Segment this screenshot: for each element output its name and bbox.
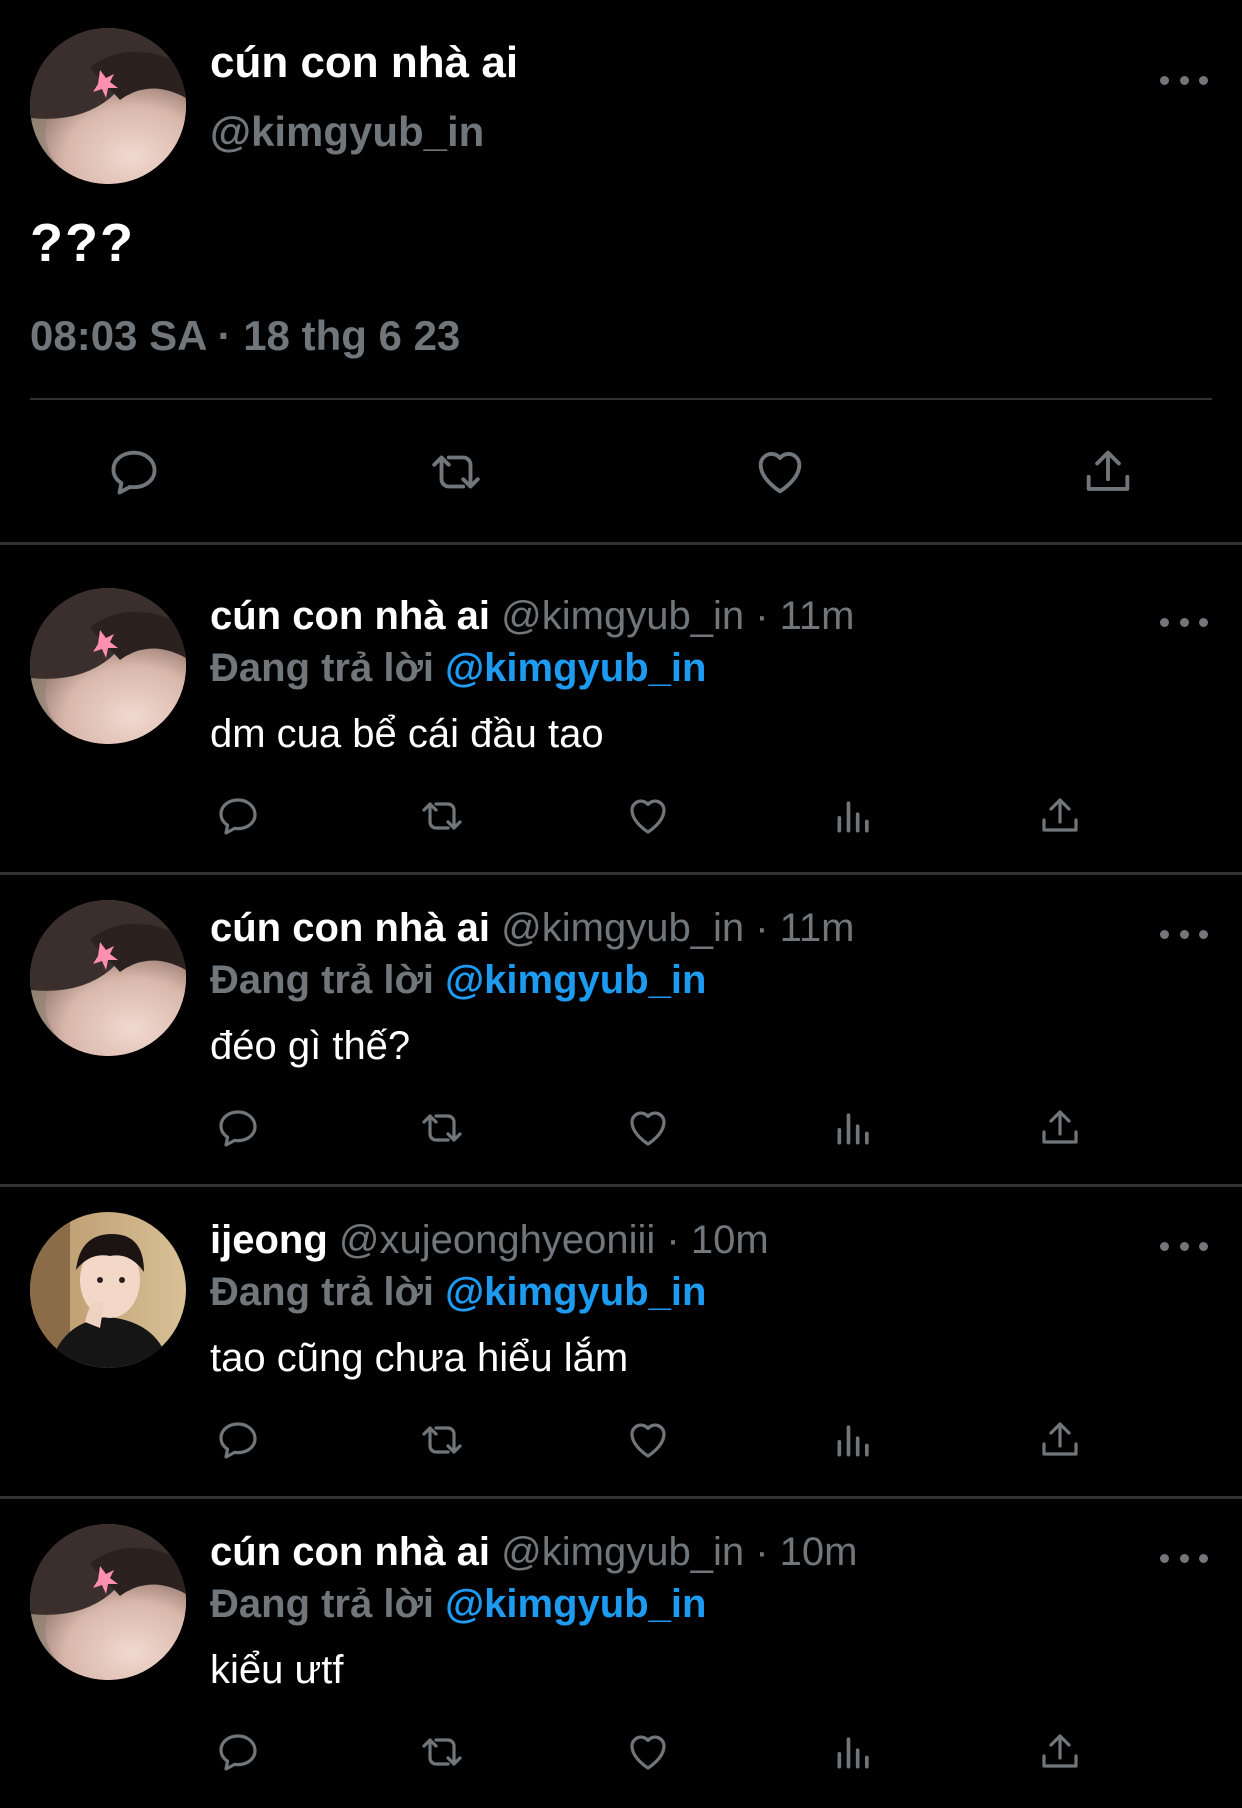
reply-display-name[interactable]: ijeong (210, 1218, 328, 1262)
reply-tweet[interactable]: cún con nhà ai @kimgyub_in · 10m Đang tr… (0, 1496, 1242, 1808)
reply-tweet[interactable]: ijeong @xujeonghyeoniii · 10m Đang trả l… (0, 1184, 1242, 1496)
reply-actions (210, 788, 1110, 844)
retweet-icon[interactable] (412, 1100, 472, 1156)
reply-meta[interactable]: @kimgyub_in · 11m (501, 906, 854, 950)
main-handle[interactable]: @kimgyub_in (210, 108, 484, 156)
like-icon[interactable] (620, 1100, 676, 1156)
avatar-photo-icon (30, 588, 186, 744)
reply-header: cún con nhà ai @kimgyub_in · 11m (210, 902, 855, 954)
reply-header: ijeong @xujeonghyeoniii · 10m (210, 1214, 769, 1266)
reply-tweet[interactable]: cún con nhà ai @kimgyub_in · 11m Đang tr… (0, 872, 1242, 1184)
share-icon[interactable] (1032, 1100, 1088, 1156)
reply-icon[interactable] (102, 440, 166, 504)
share-icon[interactable] (1032, 788, 1088, 844)
replying-to-link[interactable]: @kimgyub_in (445, 958, 706, 1002)
reply-display-name[interactable]: cún con nhà ai (210, 594, 490, 638)
replying-prefix: Đang trả lời (210, 958, 435, 1002)
share-icon[interactable] (1032, 1412, 1088, 1468)
more-options-icon[interactable] (1160, 612, 1208, 632)
more-options-icon[interactable] (1160, 1548, 1208, 1568)
more-options-icon[interactable] (1160, 70, 1208, 90)
views-icon[interactable] (826, 1412, 882, 1468)
reply-actions (210, 1100, 1110, 1156)
views-icon[interactable] (826, 788, 882, 844)
avatar-photo-icon (30, 1524, 186, 1680)
main-tweet-text: ??? (30, 213, 135, 273)
reply-display-name[interactable]: cún con nhà ai (210, 906, 490, 950)
reply-icon[interactable] (210, 1412, 266, 1468)
reply-display-name[interactable]: cún con nhà ai (210, 1530, 490, 1574)
reply-header: cún con nhà ai @kimgyub_in · 11m (210, 590, 855, 642)
replying-to: Đang trả lời @kimgyub_in (210, 954, 706, 1006)
replying-prefix: Đang trả lời (210, 1582, 435, 1626)
views-icon[interactable] (826, 1724, 882, 1780)
reply-meta[interactable]: @xujeonghyeoniii · 10m (339, 1218, 769, 1262)
replying-to: Đang trả lời @kimgyub_in (210, 1266, 706, 1318)
avatar-photo-icon (30, 28, 186, 184)
reply-actions (210, 1412, 1110, 1468)
like-icon[interactable] (748, 440, 812, 504)
share-icon[interactable] (1076, 440, 1140, 504)
more-options-icon[interactable] (1160, 1236, 1208, 1256)
thread-divider (0, 542, 1242, 545)
main-tweet-timestamp[interactable]: 08:03 SA · 18 thg 6 23 (30, 312, 460, 360)
replying-to-link[interactable]: @kimgyub_in (445, 1270, 706, 1314)
reply-meta[interactable]: @kimgyub_in · 11m (501, 594, 854, 638)
reply-text: đéo gì thế? (210, 1024, 411, 1068)
more-options-icon[interactable] (1160, 924, 1208, 944)
replying-to: Đang trả lời @kimgyub_in (210, 1578, 706, 1630)
reply-meta[interactable]: @kimgyub_in · 10m (501, 1530, 857, 1574)
avatar-photo-icon (30, 1212, 186, 1368)
reply-text: kiểu ưtf (210, 1648, 344, 1692)
reply-avatar[interactable] (30, 1524, 186, 1680)
retweet-icon[interactable] (412, 1412, 472, 1468)
retweet-icon[interactable] (412, 1724, 472, 1780)
reply-header: cún con nhà ai @kimgyub_in · 10m (210, 1526, 857, 1578)
reply-icon[interactable] (210, 1100, 266, 1156)
reply-text: dm cua bể cái đầu tao (210, 712, 604, 756)
reply-avatar[interactable] (30, 588, 186, 744)
reply-avatar[interactable] (30, 900, 186, 1056)
like-icon[interactable] (620, 1724, 676, 1780)
reply-tweet[interactable]: cún con nhà ai @kimgyub_in · 11m Đang tr… (0, 560, 1242, 872)
replying-prefix: Đang trả lời (210, 646, 435, 690)
replying-to-link[interactable]: @kimgyub_in (445, 1582, 706, 1626)
replying-to-link[interactable]: @kimgyub_in (445, 646, 706, 690)
reply-actions (210, 1724, 1110, 1780)
like-icon[interactable] (620, 1412, 676, 1468)
main-tweet-actions (30, 432, 1212, 512)
reply-icon[interactable] (210, 788, 266, 844)
main-display-name[interactable]: cún con nhà ai (210, 38, 518, 88)
reply-icon[interactable] (210, 1724, 266, 1780)
views-icon[interactable] (826, 1100, 882, 1156)
retweet-icon[interactable] (412, 788, 472, 844)
share-icon[interactable] (1032, 1724, 1088, 1780)
divider (30, 398, 1212, 400)
retweet-icon[interactable] (424, 440, 488, 504)
main-tweet-avatar[interactable] (30, 28, 186, 184)
replying-to: Đang trả lời @kimgyub_in (210, 642, 706, 694)
avatar-photo-icon (30, 900, 186, 1056)
reply-avatar[interactable] (30, 1212, 186, 1368)
like-icon[interactable] (620, 788, 676, 844)
replying-prefix: Đang trả lời (210, 1270, 435, 1314)
reply-text: tao cũng chưa hiểu lắm (210, 1336, 629, 1380)
